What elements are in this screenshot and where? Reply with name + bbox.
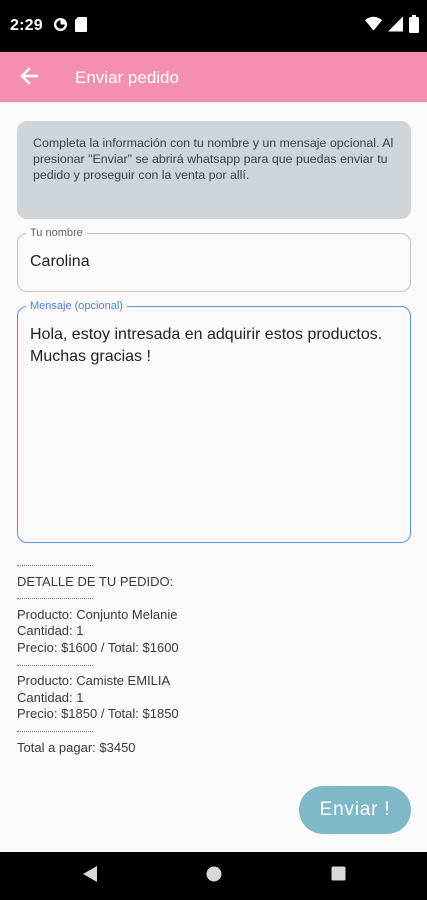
divider: [17, 590, 411, 607]
order-item-quantity: Cantidad: 1: [17, 623, 84, 639]
page-title: Enviar pedido: [75, 68, 179, 87]
name-input[interactable]: [30, 253, 398, 271]
triangle-back-icon: [82, 865, 98, 888]
back-button[interactable]: [12, 61, 46, 95]
order-item-quantity: Cantidad: 1: [17, 689, 84, 705]
nav-home-button[interactable]: [204, 866, 224, 886]
order-item-price: Precio: $1600 / Total: $1600: [17, 639, 179, 655]
message-field: Mensaje (opcional) Hola, estoy intresada…: [17, 299, 411, 543]
name-field-label: Tu nombre: [26, 226, 87, 240]
status-system-icons: [365, 15, 419, 38]
status-time: 2:29: [10, 17, 43, 34]
message-textarea[interactable]: Hola, estoy intresada en adquirir estos …: [30, 324, 402, 534]
square-recents-icon: [331, 866, 346, 886]
signal-icon: [388, 16, 403, 37]
divider: [17, 657, 411, 674]
nav-recents-button[interactable]: [328, 866, 348, 886]
status-notification-icons: [53, 17, 87, 37]
app-bar: Enviar pedido: [0, 52, 427, 102]
order-item-product: Producto: Camiste EMILIA: [17, 673, 171, 689]
sd-card-icon: [75, 17, 87, 37]
order-total: Total a pagar: $3450: [17, 739, 136, 755]
battery-icon: [409, 15, 419, 38]
send-button[interactable]: Enviar !: [299, 786, 411, 834]
order-item-product: Producto: Conjunto Melanie: [17, 606, 178, 622]
navigation-bar: [0, 852, 427, 900]
message-field-label: Mensaje (opcional): [26, 299, 127, 313]
arrow-left-icon: [19, 66, 39, 91]
divider: [17, 557, 411, 574]
order-item-price: Precio: $1850 / Total: $1850: [17, 706, 179, 722]
name-field: Tu nombre: [17, 226, 411, 292]
divider: [17, 723, 411, 740]
info-message: Completa la información con tu nombre y …: [17, 121, 411, 219]
circle-home-icon: [206, 866, 222, 887]
app-notification-icon: [53, 17, 68, 37]
order-detail: DETALLE DE TU PEDIDO: Producto: Conjunto…: [17, 557, 411, 756]
wifi-icon: [365, 16, 382, 37]
order-heading: DETALLE DE TU PEDIDO:: [17, 573, 174, 589]
status-bar: 2:29: [0, 0, 427, 52]
nav-back-button[interactable]: [80, 865, 100, 888]
